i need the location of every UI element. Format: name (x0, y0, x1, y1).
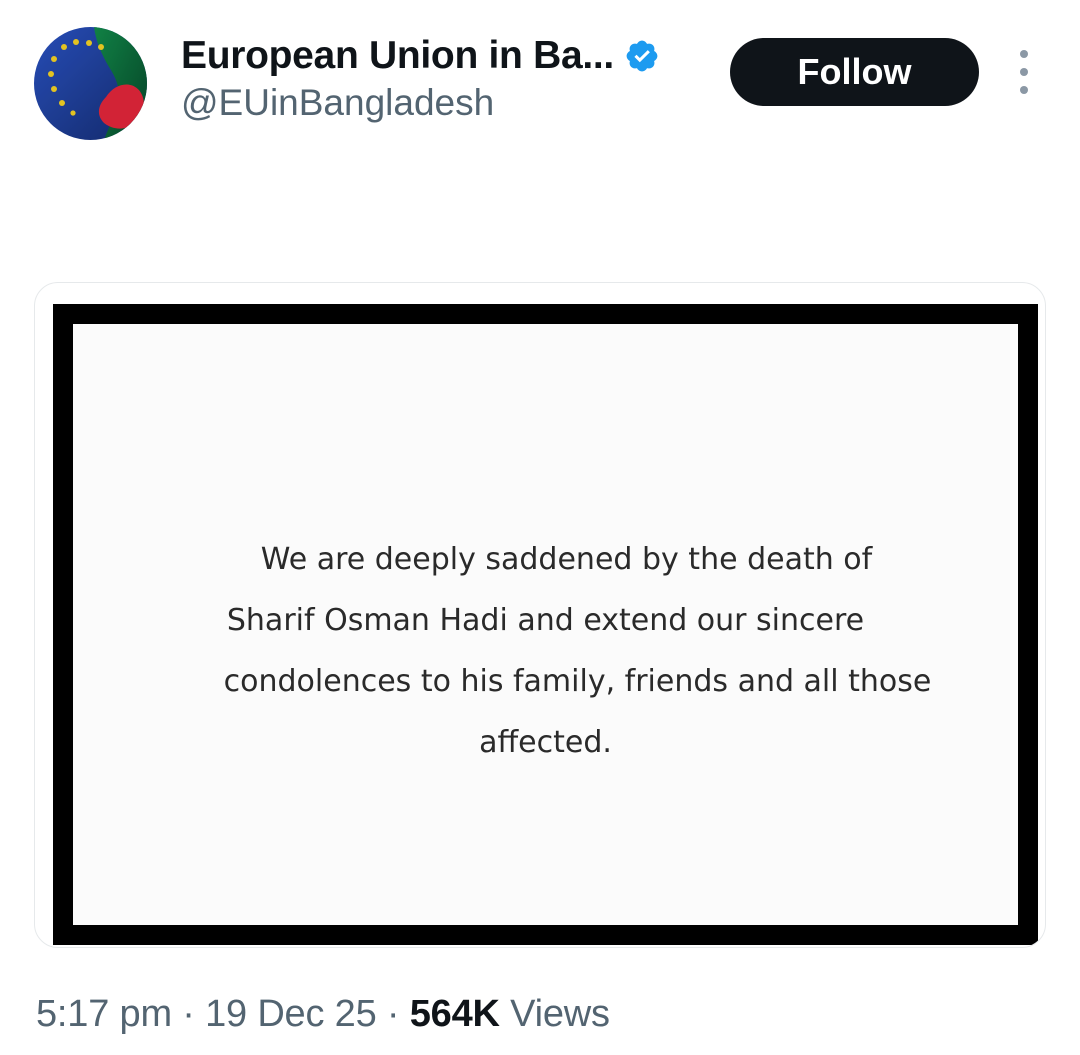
follow-button[interactable]: Follow (730, 38, 979, 106)
notice-text: We are deeply saddened by the death of S… (73, 529, 1018, 773)
more-dot (1020, 86, 1028, 94)
more-vertical-icon[interactable] (1008, 50, 1040, 94)
tweet-meta: 5:17 pm · 19 Dec 25 · 564K Views (36, 993, 610, 1036)
profile-avatar[interactable] (34, 27, 147, 140)
notice-line: affected. (479, 725, 612, 760)
tweet-media-card[interactable]: We are deeply saddened by the death of S… (34, 282, 1046, 948)
notice-line: We are deeply saddened by the death of (260, 542, 873, 577)
tweet-page: European Union in Ba... @EUinBangladesh … (0, 0, 1080, 1055)
meta-separator: · (386, 993, 400, 1035)
views-count[interactable]: 564K (410, 993, 500, 1035)
views-label: Views (510, 993, 610, 1035)
tweet-time[interactable]: 5:17 pm (36, 993, 172, 1035)
notice-line: Sharif Osman Hadi and extend our sincere (226, 603, 865, 638)
name-row: European Union in Ba... (181, 32, 660, 80)
condolence-notice-image: We are deeply saddened by the death of S… (53, 304, 1038, 945)
more-dot (1020, 50, 1028, 58)
notice-line: condolences to his family, friends and a… (223, 664, 932, 699)
tweet-date[interactable]: 19 Dec 25 (205, 993, 377, 1035)
display-name[interactable]: European Union in Ba... (181, 34, 614, 78)
account-handle[interactable]: @EUinBangladesh (181, 82, 494, 124)
verified-badge-icon[interactable] (624, 38, 660, 74)
meta-separator: · (182, 993, 195, 1035)
eu-bangladesh-flag-avatar-icon (34, 27, 147, 140)
more-dot (1020, 68, 1028, 76)
